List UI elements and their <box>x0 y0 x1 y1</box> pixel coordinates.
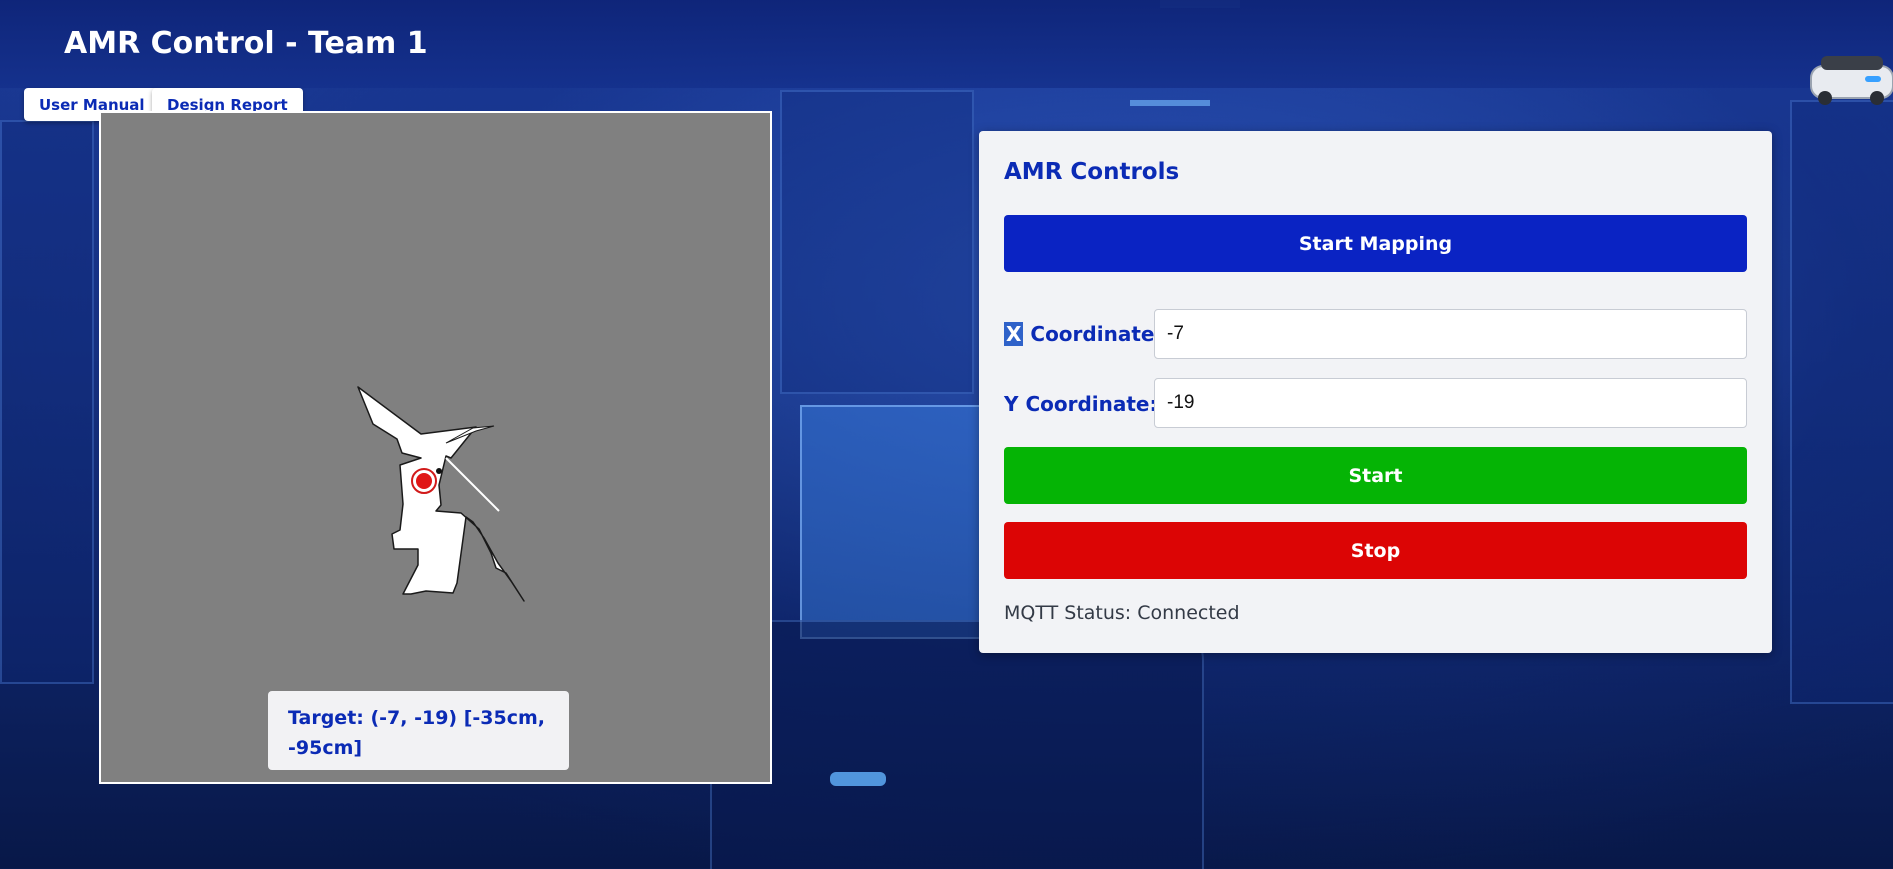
occupancy-map[interactable] <box>101 113 770 782</box>
x-label-selected: X <box>1004 322 1024 346</box>
robot-icon <box>1810 56 1893 105</box>
y-coordinate-input[interactable] <box>1154 378 1747 428</box>
x-coordinate-input[interactable] <box>1154 309 1747 359</box>
mqtt-status: MQTT Status: Connected <box>1004 602 1240 624</box>
x-label-text: Coordinate: <box>1023 322 1163 346</box>
app-title: AMR Control - Team 1 <box>64 26 428 61</box>
robot-logo <box>1805 52 1893 108</box>
explored-area <box>357 386 525 602</box>
controls-title: AMR Controls <box>1004 159 1180 185</box>
target-info: Target: (-7, -19) [-35cm, -95cm] <box>268 691 569 770</box>
stop-button[interactable]: Stop <box>1004 522 1747 579</box>
y-coordinate-label: Y Coordinate: <box>1004 392 1158 416</box>
amr-controls-panel: AMR Controls Start Mapping X Coordinate:… <box>979 131 1772 653</box>
x-coordinate-label: X Coordinate: <box>1004 322 1162 346</box>
start-mapping-button[interactable]: Start Mapping <box>1004 215 1747 272</box>
robot-position-marker <box>411 468 437 494</box>
start-button[interactable]: Start <box>1004 447 1747 504</box>
target-text: Target: (-7, -19) [-35cm, -95cm] <box>288 707 546 759</box>
top-bar: AMR Control - Team 1 <box>0 0 1893 88</box>
map-panel[interactable]: Target: (-7, -19) [-35cm, -95cm] <box>99 111 772 784</box>
